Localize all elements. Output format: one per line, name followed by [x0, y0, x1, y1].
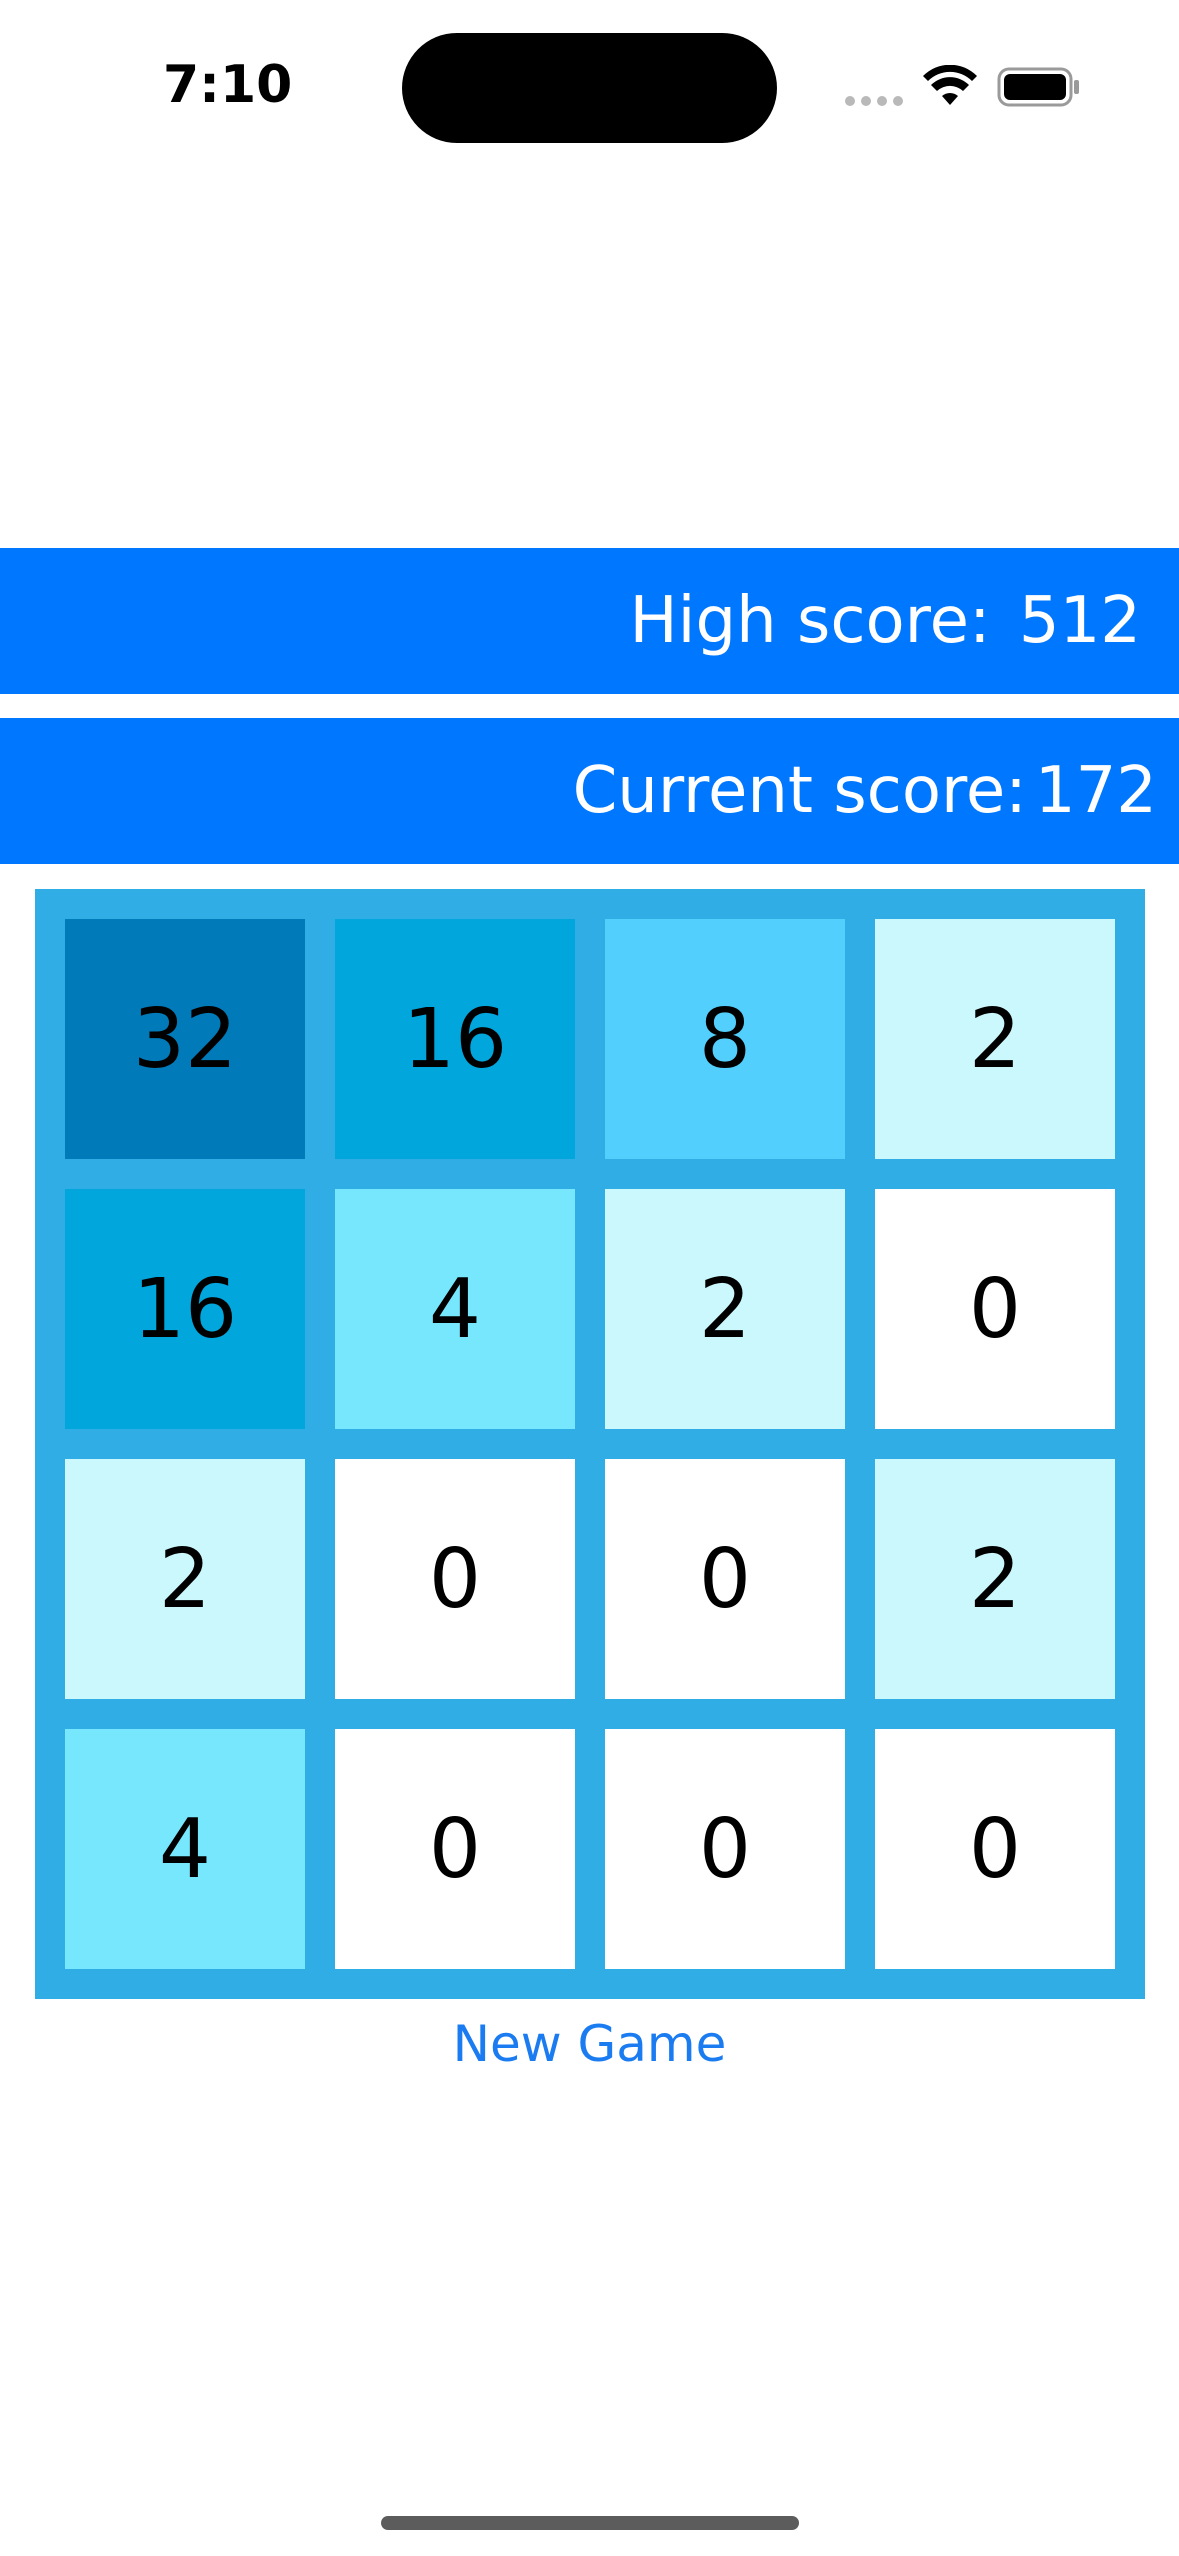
current-score-label: Current score: [572, 754, 1027, 828]
tile-r3-c3: 0 [875, 1729, 1115, 1969]
new-game-button[interactable]: New Game [0, 2015, 1179, 2073]
tile-r3-c1: 0 [335, 1729, 575, 1969]
battery-icon [997, 67, 1079, 107]
tile-r3-c2: 0 [605, 1729, 845, 1969]
tile-r1-c0: 16 [65, 1189, 305, 1429]
high-score-label: High score: [629, 584, 1011, 658]
tile-r2-c0: 2 [65, 1459, 305, 1699]
current-score-bar: Current score: 172 [0, 718, 1179, 864]
tile-r1-c3: 0 [875, 1189, 1115, 1429]
tile-r2-c1: 0 [335, 1459, 575, 1699]
home-indicator[interactable] [381, 2516, 799, 2530]
high-score-value: 512 [1018, 584, 1141, 658]
tile-r3-c0: 4 [65, 1729, 305, 1969]
tile-r2-c3: 2 [875, 1459, 1115, 1699]
current-score-value: 172 [1034, 754, 1157, 828]
cellular-signal-icon [845, 96, 903, 106]
tile-r0-c1: 16 [335, 919, 575, 1159]
tile-r1-c2: 2 [605, 1189, 845, 1429]
tile-r0-c2: 8 [605, 919, 845, 1159]
tile-r0-c0: 32 [65, 919, 305, 1159]
status-time: 7:10 [163, 55, 293, 115]
wifi-icon [923, 65, 977, 105]
high-score-bar: High score: 512 [0, 548, 1179, 694]
tile-r2-c2: 0 [605, 1459, 845, 1699]
tile-r1-c1: 4 [335, 1189, 575, 1429]
dynamic-island [402, 33, 777, 143]
game-board[interactable]: 32 16 8 2 16 4 2 0 2 0 0 2 4 0 0 0 [35, 889, 1145, 1999]
tile-r0-c3: 2 [875, 919, 1115, 1159]
